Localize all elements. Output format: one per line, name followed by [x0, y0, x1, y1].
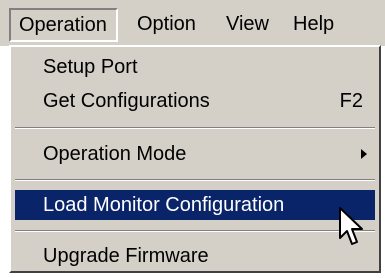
menu-item-upgrade-firmware[interactable]: Upgrade Firmware	[15, 241, 375, 271]
menu-separator	[15, 179, 375, 181]
menu-item-setup-port[interactable]: Setup Port	[15, 52, 375, 82]
menubar-item-operation[interactable]: Operation	[9, 8, 118, 42]
menu-item-label: Upgrade Firmware	[43, 245, 209, 267]
menu-separator	[15, 230, 375, 232]
shortcut-label: F2	[339, 90, 363, 112]
menu-item-label: Setup Port	[43, 56, 138, 78]
operation-dropdown-menu: Setup Port Get Configurations F2 Operati…	[9, 45, 381, 273]
menu-item-load-monitor-configuration[interactable]: Load Monitor Configuration	[15, 190, 375, 220]
screenshot-stage: Operation Option View Help Setup Port Ge…	[0, 0, 385, 278]
submenu-arrow-icon	[361, 149, 367, 159]
menu-item-operation-mode[interactable]: Operation Mode	[15, 139, 375, 169]
menu-item-label: Load Monitor Configuration	[43, 194, 285, 216]
menu-item-label: Get Configurations	[43, 90, 210, 112]
menubar-item-option[interactable]: Option	[137, 8, 196, 40]
menubar-item-help[interactable]: Help	[293, 8, 334, 40]
menubar-item-view[interactable]: View	[226, 8, 269, 40]
menu-separator	[15, 127, 375, 129]
arrow-cursor-icon	[339, 207, 363, 245]
menu-bar: Operation Option View Help	[0, 0, 385, 46]
menu-item-get-configurations[interactable]: Get Configurations F2	[15, 86, 375, 116]
menu-item-label: Operation Mode	[43, 143, 187, 165]
